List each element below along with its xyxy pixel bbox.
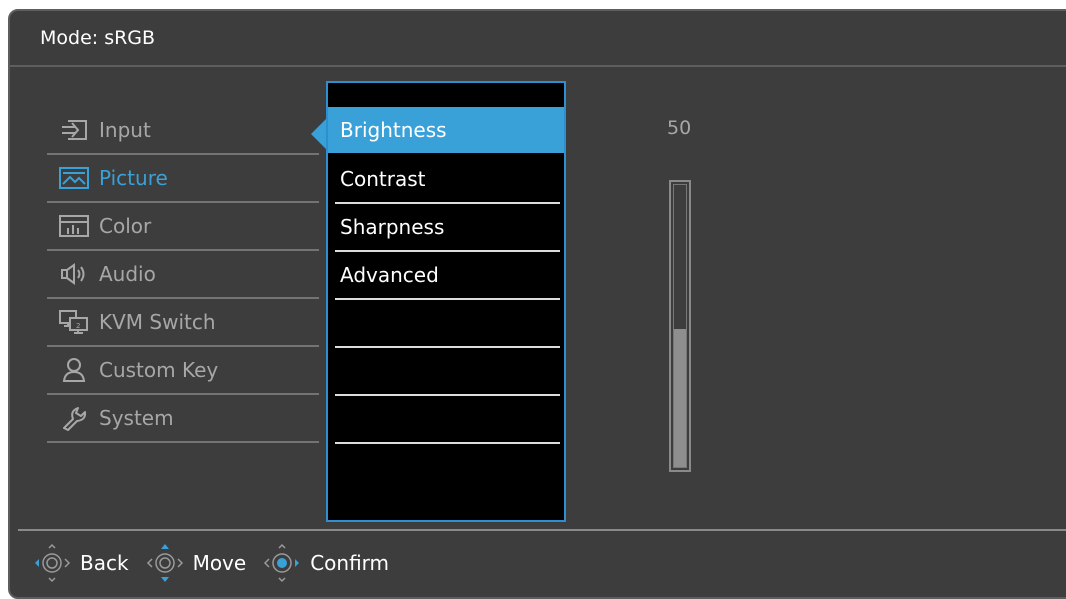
selection-pointer bbox=[311, 118, 327, 150]
system-icon bbox=[55, 404, 93, 432]
footer-divider bbox=[18, 529, 1066, 531]
menu-item-label: System bbox=[99, 406, 174, 430]
submenu-item-brightness[interactable]: Brightness bbox=[328, 107, 564, 153]
picture-icon bbox=[55, 164, 93, 192]
input-icon bbox=[55, 116, 93, 144]
submenu-item-empty bbox=[335, 348, 560, 394]
osd-menu-panel: Mode: sRGB Input Picture Color Audio 2 K… bbox=[8, 9, 1066, 599]
menu-item-label: Picture bbox=[99, 166, 168, 190]
menu-item-label: Input bbox=[99, 118, 151, 142]
title-bar: Mode: sRGB bbox=[10, 11, 1066, 67]
menu-item-color[interactable]: Color bbox=[47, 203, 319, 251]
mode-title: Mode: sRGB bbox=[40, 27, 156, 49]
move-label: Move bbox=[192, 551, 247, 575]
submenu-item-advanced[interactable]: Advanced bbox=[335, 252, 560, 298]
svg-text:2: 2 bbox=[76, 322, 80, 330]
menu-item-system[interactable]: System bbox=[47, 395, 319, 443]
submenu-item-empty bbox=[335, 300, 560, 346]
kvm-switch-icon: 2 bbox=[55, 308, 93, 336]
menu-item-kvm-switch[interactable]: 2 KVM Switch bbox=[47, 299, 319, 347]
footer-controls: Back Move Confirm bbox=[32, 543, 405, 583]
submenu-item-sharpness[interactable]: Sharpness bbox=[335, 204, 560, 250]
submenu-divider bbox=[335, 442, 560, 444]
submenu-item-empty bbox=[335, 396, 560, 442]
submenu-item-contrast[interactable]: Contrast bbox=[335, 156, 560, 202]
back-label: Back bbox=[80, 551, 129, 575]
menu-item-picture[interactable]: Picture bbox=[47, 155, 319, 203]
menu-item-input[interactable]: Input bbox=[47, 107, 319, 155]
menu-item-label: KVM Switch bbox=[99, 310, 216, 334]
confirm-control-icon bbox=[262, 543, 302, 583]
main-menu: Input Picture Color Audio 2 KVM Switch C… bbox=[47, 107, 319, 443]
confirm-label: Confirm bbox=[310, 551, 390, 575]
menu-item-label: Audio bbox=[99, 262, 156, 286]
slider-fill bbox=[674, 329, 686, 467]
brightness-value: 50 bbox=[667, 117, 692, 139]
back-control-icon bbox=[32, 543, 72, 583]
color-icon bbox=[55, 212, 93, 240]
audio-icon bbox=[55, 260, 93, 288]
menu-item-label: Custom Key bbox=[99, 358, 219, 382]
menu-item-label: Color bbox=[99, 214, 152, 238]
custom-key-icon bbox=[55, 356, 93, 384]
picture-submenu: Brightness Contrast Sharpness Advanced bbox=[326, 81, 566, 522]
move-control-icon bbox=[145, 543, 185, 583]
brightness-slider[interactable] bbox=[669, 180, 691, 472]
menu-item-audio[interactable]: Audio bbox=[47, 251, 319, 299]
menu-item-custom-key[interactable]: Custom Key bbox=[47, 347, 319, 395]
